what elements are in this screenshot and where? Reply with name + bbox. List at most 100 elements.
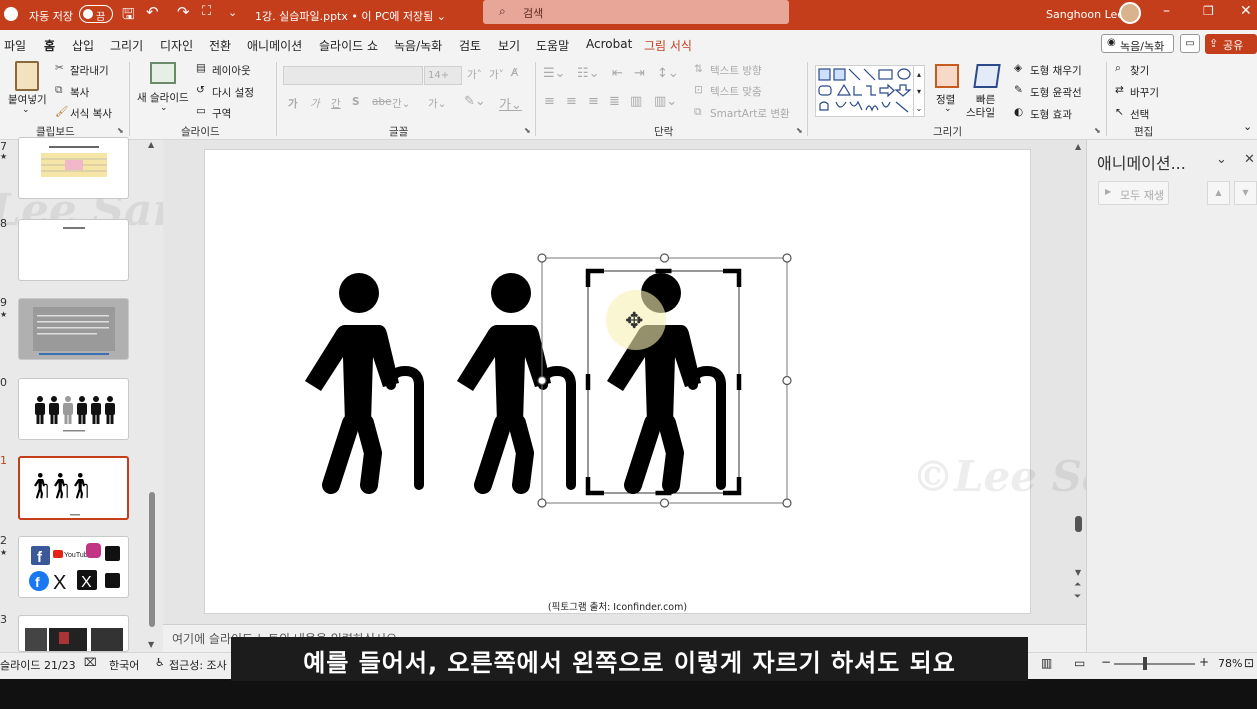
arrange-dropdown-icon[interactable]: ⌄ <box>944 104 952 114</box>
distributed-icon[interactable]: ▥ <box>630 94 642 109</box>
slide-thumbnail-23[interactable] <box>18 615 129 652</box>
pane-options-icon[interactable]: ⌄ <box>1216 152 1227 167</box>
shrink-font-icon[interactable]: 가˅ <box>489 67 504 82</box>
share-button[interactable]: ⇪ 공유 <box>1205 34 1257 54</box>
tab-record[interactable]: 녹음/녹화 <box>394 37 442 54</box>
strikethrough-icon[interactable]: abe <box>372 96 392 108</box>
slide-canvas[interactable]: ✥ (픽토그램 출처: Iconfinder.com) <box>204 149 1031 614</box>
customize-qat-icon[interactable]: ⌄ <box>228 6 237 19</box>
drawing-launcher-icon[interactable]: ⬊ <box>1094 126 1101 135</box>
increase-indent-icon[interactable]: ⇥ <box>634 66 645 81</box>
slide-thumbnail-9[interactable] <box>18 298 129 360</box>
highlight-icon[interactable]: ✎⌄ <box>464 94 486 109</box>
tab-design[interactable]: 디자인 <box>160 37 193 54</box>
avatar[interactable] <box>1119 2 1141 24</box>
record-button[interactable]: ◉ 녹음/녹화 <box>1101 34 1174 53</box>
scroll-up-icon[interactable]: ▲ <box>1075 142 1081 151</box>
autosave-toggle[interactable]: 끔 <box>79 5 113 23</box>
font-color-icon[interactable]: 가⌄ <box>499 94 522 113</box>
thumbnail-scroll-thumb[interactable] <box>149 492 155 627</box>
document-title[interactable]: 1강. 실습파일.pptx • 이 PC에 저장됨 ⌄ <box>255 8 446 24</box>
spelling-icon[interactable]: ⌧ <box>84 656 97 669</box>
cut-button[interactable]: 잘라내기 <box>70 63 109 78</box>
new-slide-icon[interactable] <box>150 62 176 84</box>
undo-icon[interactable]: ↶ <box>146 3 159 21</box>
shape-outline-button[interactable]: 도형 윤곽선 <box>1030 85 1082 100</box>
zoom-slider-thumb[interactable] <box>1143 657 1147 670</box>
restore-icon[interactable]: ❐ <box>1203 4 1214 18</box>
line-spacing-icon[interactable]: ↕⌄ <box>657 66 679 81</box>
previous-slide-icon[interactable]: ⏶ <box>1074 580 1081 590</box>
section-button[interactable]: 구역 <box>212 106 231 121</box>
presentation-icon[interactable]: ⛶ <box>202 4 211 19</box>
scroll-up-icon[interactable]: ▲ <box>148 140 154 149</box>
font-launcher-icon[interactable]: ⬊ <box>524 126 531 135</box>
change-case-icon[interactable]: 가⌄ <box>428 96 446 111</box>
tab-animations[interactable]: 애니메이션 <box>247 37 302 54</box>
shapes-gallery[interactable] <box>815 65 915 117</box>
reading-view-icon[interactable]: ▥ <box>1041 656 1052 670</box>
search-input[interactable]: ⌕ 검색 <box>483 0 789 24</box>
align-right-icon[interactable]: ≡ <box>588 94 599 109</box>
scroll-down-icon[interactable]: ▼ <box>1075 568 1081 577</box>
slide-thumbnail-22[interactable]: f YouTube f X X <box>18 536 129 598</box>
paste-dropdown-icon[interactable]: ⌄ <box>22 105 30 115</box>
editor-vertical-scrollbar[interactable]: ▲ ▼ ⏶ ⏷ <box>1073 140 1085 624</box>
shadow-icon[interactable]: S <box>352 96 360 108</box>
save-icon[interactable]: 🖫 <box>122 4 135 29</box>
slideshow-view-icon[interactable]: ▭ <box>1074 656 1085 670</box>
quick-styles-button-2[interactable]: 스타일 <box>966 105 995 120</box>
shapes-gallery-scroll[interactable]: ▴ ▾ ⌄ <box>913 65 925 117</box>
scroll-down-icon[interactable]: ▼ <box>148 640 154 649</box>
text-direction-button[interactable]: 텍스트 방향 <box>710 63 762 78</box>
tab-picture-format[interactable]: 그림 서식 <box>644 37 692 54</box>
redo-icon[interactable]: ↷ <box>177 3 190 21</box>
grow-font-icon[interactable]: 가˄ <box>467 67 482 82</box>
tab-view[interactable]: 보기 <box>498 37 520 54</box>
underline-icon[interactable]: 간 <box>331 96 341 111</box>
slide-thumbnail-8[interactable] <box>18 219 129 281</box>
fit-slide-icon[interactable]: ⊡ <box>1244 656 1254 670</box>
char-spacing-icon[interactable]: 간⌄ <box>392 96 410 111</box>
reset-button[interactable]: 다시 설정 <box>212 85 254 100</box>
play-all-button[interactable]: ▶ 모두 재생 <box>1098 181 1169 205</box>
format-painter-button[interactable]: 서식 복사 <box>70 106 112 121</box>
tab-slideshow[interactable]: 슬라이드 쇼 <box>319 37 378 54</box>
align-text-button[interactable]: 텍스트 맞춤 <box>710 84 762 99</box>
smartart-button[interactable]: SmartArt로 변환 <box>710 106 790 121</box>
paragraph-launcher-icon[interactable]: ⬊ <box>796 126 803 135</box>
align-left-icon[interactable]: ≡ <box>544 94 555 109</box>
slide-thumbnail-10[interactable] <box>18 378 129 440</box>
bullets-icon[interactable]: ☰⌄ <box>543 66 566 81</box>
shape-effects-button[interactable]: 도형 효과 <box>1030 107 1072 122</box>
close-icon[interactable]: ✕ <box>1240 3 1252 19</box>
editor-scroll-thumb[interactable] <box>1075 516 1082 532</box>
tab-help[interactable]: 도움말 <box>536 37 569 54</box>
columns-icon[interactable]: ▥⌄ <box>654 94 677 109</box>
zoom-in-icon[interactable]: + <box>1199 655 1209 669</box>
language-indicator[interactable]: 한국어 <box>109 657 139 673</box>
slide-thumbnail-7[interactable] <box>18 137 129 199</box>
find-button[interactable]: 찾기 <box>1130 63 1149 78</box>
user-name[interactable]: Sanghoon Lee <box>1046 8 1124 21</box>
zoom-level[interactable]: 78% <box>1218 657 1242 670</box>
select-button[interactable]: 선택 <box>1130 107 1149 122</box>
move-earlier-icon[interactable]: ▲ <box>1207 181 1230 205</box>
clear-format-icon[interactable]: A̸ <box>511 67 518 79</box>
font-size-dropdown[interactable]: 14+ <box>424 66 462 85</box>
copy-button[interactable]: 복사 <box>70 85 89 100</box>
tab-insert[interactable]: 삽입 <box>72 37 94 54</box>
close-pane-icon[interactable]: ✕ <box>1244 152 1255 167</box>
layout-button[interactable]: 레이아웃 <box>212 63 251 78</box>
tab-review[interactable]: 검토 <box>459 37 481 54</box>
replace-button[interactable]: 바꾸기 <box>1130 85 1159 100</box>
bold-icon[interactable]: 가 <box>288 96 298 111</box>
tab-file[interactable]: 파일 <box>4 37 26 54</box>
justify-icon[interactable]: ≣ <box>609 94 620 109</box>
align-center-icon[interactable]: ≡ <box>566 94 577 109</box>
zoom-out-icon[interactable]: − <box>1101 655 1111 669</box>
shape-fill-button[interactable]: 도형 채우기 <box>1030 63 1082 78</box>
next-slide-icon[interactable]: ⏷ <box>1074 592 1081 602</box>
tab-acrobat[interactable]: Acrobat <box>586 37 632 51</box>
slide-thumbnail-21[interactable] <box>18 456 129 520</box>
